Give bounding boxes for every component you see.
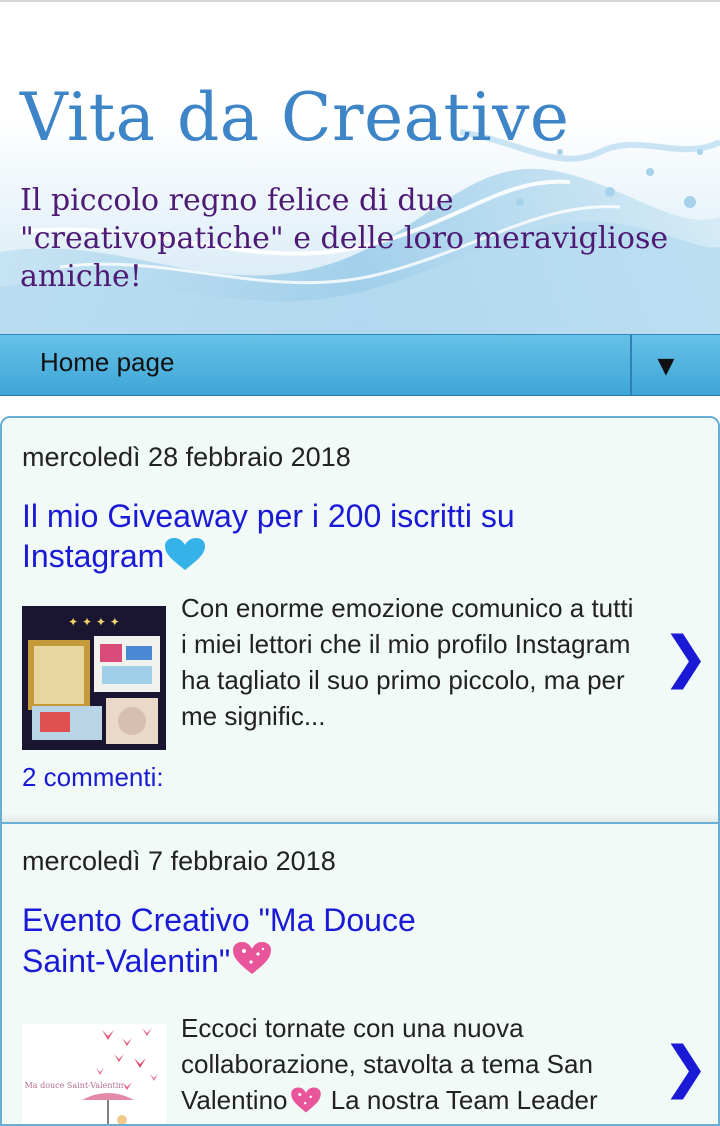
blog-title[interactable]: Vita da Creative — [20, 80, 569, 156]
post-thumbnail[interactable]: Ma douce Saint-Valentin — [22, 1024, 166, 1124]
nav-home-link[interactable]: Home page — [40, 347, 174, 378]
blog-header: Vita da Creative Il piccolo regno felice… — [0, 2, 720, 334]
post-date: mercoledì 7 febbraio 2018 — [22, 846, 336, 876]
read-more-arrow-icon[interactable]: ❯ — [662, 628, 709, 688]
valentine-image: Ma douce Saint-Valentin — [22, 1024, 166, 1124]
posts-container: mercoledì 28 febbraio 2018 Il mio Giveaw… — [0, 416, 720, 1126]
dropdown-toggle-icon[interactable]: ▼ — [646, 349, 686, 385]
blue-heart-icon — [165, 538, 206, 570]
sparkling-heart-icon — [233, 942, 272, 974]
sparkling-heart-icon — [290, 1087, 321, 1113]
post-title-link[interactable]: Il mio Giveaway per i 200 iscritti su In… — [22, 496, 522, 576]
giveaway-image: ✦ ✦ ✦ ✦ — [22, 606, 166, 750]
post-separator — [2, 822, 718, 824]
post-snippet: Eccoci tornate con una nuova collaborazi… — [181, 1010, 641, 1124]
svg-text:✦ ✦ ✦ ✦: ✦ ✦ ✦ ✦ — [68, 615, 120, 629]
blog-description: Il piccolo regno felice di due "creativo… — [20, 183, 669, 294]
post-snippet: Con enorme emozione comunico a tutti i m… — [181, 593, 634, 731]
navigation-bar: Home page ▼ — [0, 334, 720, 396]
post-title-text: Il mio Giveaway per i 200 iscritti su In… — [22, 498, 515, 574]
comments-link[interactable]: 2 commenti: — [22, 762, 164, 793]
post-thumbnail[interactable]: ✦ ✦ ✦ ✦ — [22, 606, 166, 750]
svg-text:Ma douce Saint-Valentin: Ma douce Saint-Valentin — [25, 1081, 124, 1090]
read-more-arrow-icon[interactable]: ❯ — [662, 1038, 709, 1098]
post-date: mercoledì 28 febbraio 2018 — [22, 442, 351, 472]
nav-divider — [630, 335, 632, 395]
post-separator-shadow — [2, 812, 718, 822]
post-title-link[interactable]: Evento Creativo "Ma Douce Saint-Valentin… — [22, 900, 462, 981]
post-title-text: Evento Creativo "Ma Douce Saint-Valentin… — [22, 902, 416, 979]
